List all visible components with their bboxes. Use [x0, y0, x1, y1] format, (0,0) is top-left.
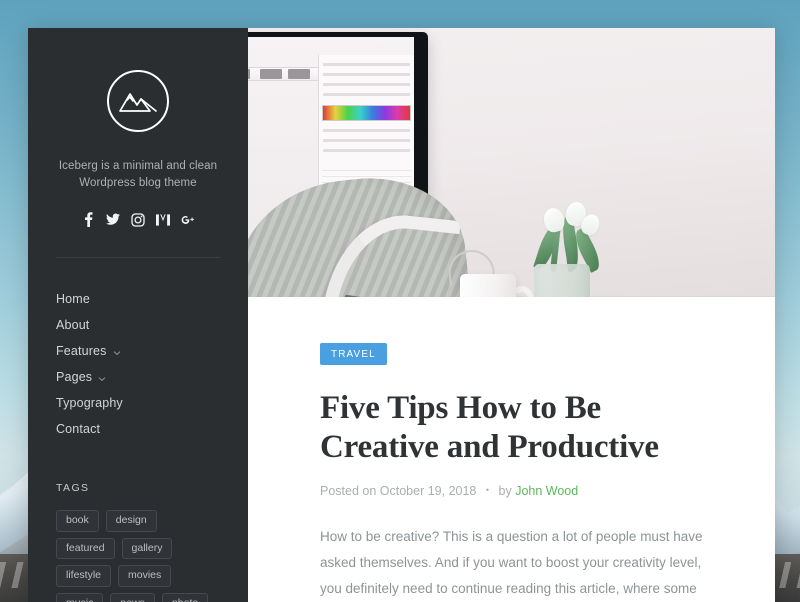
post-excerpt: How to be creative? This is a question a… — [320, 529, 703, 596]
chevron-down-icon — [113, 346, 121, 356]
nav-label: Typography — [56, 396, 123, 410]
sidebar-item-typography[interactable]: Typography — [56, 390, 220, 416]
social-links — [56, 212, 220, 227]
status-badge[interactable]: TRAVEL — [320, 343, 387, 365]
tags-widget-heading: TAGS — [56, 482, 90, 494]
screen-button — [288, 69, 310, 79]
screen-button — [248, 69, 250, 79]
tag-item[interactable]: movies — [118, 565, 172, 587]
screen-button — [260, 69, 282, 79]
instagram-icon[interactable] — [131, 212, 145, 227]
tag-item[interactable]: gallery — [121, 537, 173, 560]
sidebar-item-features[interactable]: Features — [56, 338, 220, 364]
sidebar-item-about[interactable]: About — [56, 312, 220, 338]
site-tagline: Iceberg is a minimal and clean Wordpress… — [56, 158, 220, 192]
post-meta: Posted on October 19, 2018 • by John Woo… — [320, 484, 705, 498]
google-plus-icon[interactable] — [181, 212, 195, 227]
nav-label: Contact — [56, 422, 101, 436]
sidebar-divider — [56, 257, 220, 258]
post-article: TRAVEL Five Tips How to Be Creative and … — [248, 297, 775, 602]
main-navigation: Home About Features Pages Typography Con… — [56, 286, 220, 442]
tag-item[interactable]: lifestyle — [56, 565, 112, 587]
twitter-icon[interactable] — [106, 212, 120, 227]
nav-label: Home — [56, 292, 90, 306]
page-title: Five Tips How to Be Creative and Product… — [320, 390, 659, 465]
posted-prefix: Posted on — [320, 484, 377, 498]
mountain-circle-logo-icon — [107, 70, 169, 132]
sidebar: Iceberg is a minimal and clean Wordpress… — [28, 28, 248, 602]
coffee-mug — [460, 274, 516, 297]
nav-label: Features — [56, 344, 107, 358]
chevron-down-icon — [98, 372, 106, 382]
by-prefix: by — [498, 484, 512, 498]
facebook-icon[interactable] — [81, 212, 95, 227]
color-spectrum-bar — [322, 105, 411, 121]
post-author[interactable]: John Wood — [515, 484, 578, 498]
post-date: October 19, 2018 — [379, 484, 477, 498]
tagline-line-1: Iceberg is a minimal and clean — [58, 160, 218, 172]
nav-label: About — [56, 318, 90, 332]
page-card: Iceberg is a minimal and clean Wordpress… — [28, 28, 775, 602]
main-content: TRAVEL Five Tips How to Be Creative and … — [248, 28, 775, 602]
tag-item[interactable]: featured — [56, 537, 115, 560]
tag-item[interactable]: book — [56, 510, 99, 532]
tag-item[interactable]: photo — [161, 592, 209, 602]
nav-label: Pages — [56, 370, 93, 384]
tag-item[interactable]: design — [105, 510, 157, 532]
tag-cloud: book design featured gallery lifestyle m… — [56, 510, 220, 602]
tagline-line-2: Wordpress blog theme — [79, 177, 197, 189]
sidebar-item-contact[interactable]: Contact — [56, 416, 220, 442]
tag-item[interactable]: music — [56, 592, 104, 602]
post-featured-image[interactable] — [248, 28, 775, 297]
glass-vase — [534, 264, 590, 297]
medium-icon[interactable] — [156, 212, 170, 227]
meta-separator: • — [485, 485, 490, 495]
site-logo[interactable] — [56, 70, 220, 132]
sidebar-item-pages[interactable]: Pages — [56, 364, 220, 390]
tag-item[interactable]: news — [110, 592, 155, 602]
sidebar-item-home[interactable]: Home — [56, 286, 220, 312]
